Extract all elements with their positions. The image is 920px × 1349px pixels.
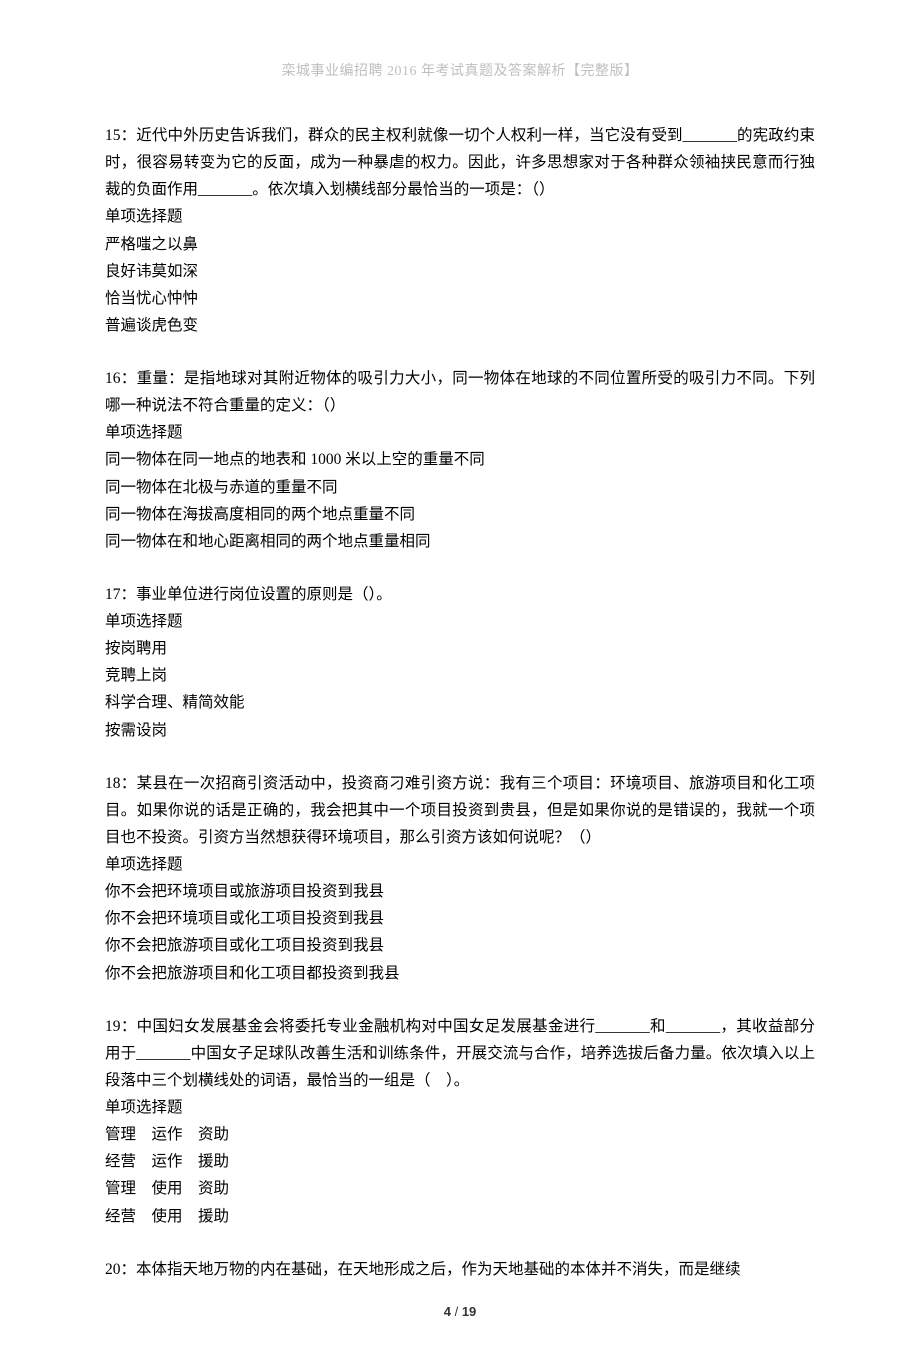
question-option: 管理 运作 资助 [105,1121,815,1148]
question-option: 普遍谈虎色变 [105,312,815,339]
question-block: 15：近代中外历史告诉我们，群众的民主权利就像一切个人权利一样，当它没有受到__… [105,122,815,339]
page-header: 栾城事业编招聘 2016 年考试真题及答案解析【完整版】 [105,60,815,80]
question-block: 18：某县在一次招商引资活动中，投资商刁难引资方说：我有三个项目：环境项目、旅游… [105,770,815,987]
question-stem: 17：事业单位进行岗位设置的原则是（）。 [105,581,815,608]
question-type: 单项选择题 [105,851,815,878]
question-option: 同一物体在和地心距离相同的两个地点重量相同 [105,528,815,555]
question-option: 科学合理、精简效能 [105,689,815,716]
question-option: 按需设岗 [105,717,815,744]
questions-container: 15：近代中外历史告诉我们，群众的民主权利就像一切个人权利一样，当它没有受到__… [105,122,815,1283]
question-block: 19：中国妇女发展基金会将委托专业金融机构对中国女足发展基金进行_______和… [105,1013,815,1230]
question-stem: 19：中国妇女发展基金会将委托专业金融机构对中国女足发展基金进行_______和… [105,1013,815,1094]
question-option: 你不会把旅游项目和化工项目都投资到我县 [105,960,815,987]
question-type: 单项选择题 [105,608,815,635]
question-option: 竞聘上岗 [105,662,815,689]
page-sep: / [455,1304,462,1319]
question-option: 你不会把环境项目或旅游项目投资到我县 [105,878,815,905]
question-option: 同一物体在北极与赤道的重量不同 [105,474,815,501]
question-stem: 16：重量：是指地球对其附近物体的吸引力大小，同一物体在地球的不同位置所受的吸引… [105,365,815,419]
question-type: 单项选择题 [105,203,815,230]
question-option: 同一物体在同一地点的地表和 1000 米以上空的重量不同 [105,446,815,473]
page-footer: 4 / 19 [0,1304,920,1319]
question-stem: 15：近代中外历史告诉我们，群众的民主权利就像一切个人权利一样，当它没有受到__… [105,122,815,203]
question-type: 单项选择题 [105,419,815,446]
question-block: 16：重量：是指地球对其附近物体的吸引力大小，同一物体在地球的不同位置所受的吸引… [105,365,815,555]
question-option: 管理 使用 资助 [105,1175,815,1202]
question-stem: 18：某县在一次招商引资活动中，投资商刁难引资方说：我有三个项目：环境项目、旅游… [105,770,815,851]
page-total: 19 [462,1304,476,1319]
question-option: 经营 使用 援助 [105,1203,815,1230]
question-option: 同一物体在海拔高度相同的两个地点重量不同 [105,501,815,528]
question-type: 单项选择题 [105,1094,815,1121]
question-option: 按岗聘用 [105,635,815,662]
question-block: 17：事业单位进行岗位设置的原则是（）。单项选择题按岗聘用竞聘上岗科学合理、精简… [105,581,815,744]
question-option: 恰当忧心忡忡 [105,285,815,312]
page-current: 4 [444,1304,451,1319]
question-block: 20：本体指天地万物的内在基础，在天地形成之后，作为天地基础的本体并不消失，而是… [105,1256,815,1283]
question-option: 你不会把旅游项目或化工项目投资到我县 [105,932,815,959]
question-option: 经营 运作 援助 [105,1148,815,1175]
document-page: 栾城事业编招聘 2016 年考试真题及答案解析【完整版】 15：近代中外历史告诉… [0,0,920,1349]
question-option: 良好讳莫如深 [105,258,815,285]
question-option: 你不会把环境项目或化工项目投资到我县 [105,905,815,932]
question-option: 严格嗤之以鼻 [105,231,815,258]
question-stem: 20：本体指天地万物的内在基础，在天地形成之后，作为天地基础的本体并不消失，而是… [105,1256,815,1283]
